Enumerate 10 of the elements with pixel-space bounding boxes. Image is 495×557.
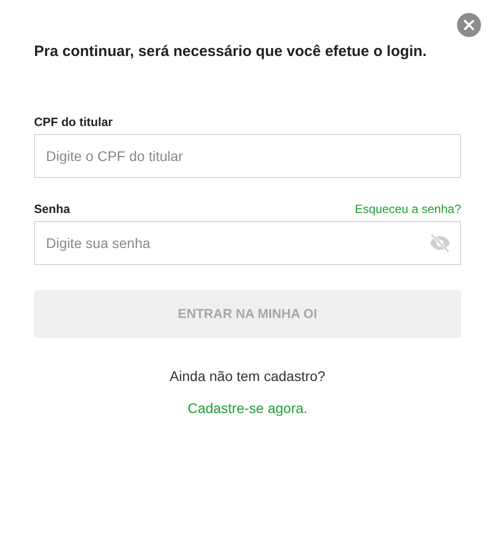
password-field[interactable]: Digite sua senha — [34, 221, 461, 265]
heading: Pra continuar, será necessário que você efetue o login. — [34, 42, 428, 62]
close-button[interactable] — [457, 13, 481, 37]
signup-prompt: Ainda não tem cadastro? — [170, 367, 326, 386]
forgot-password-link[interactable]: Esqueceu a senha? — [354, 200, 461, 218]
cpf-field[interactable]: Digite o CPF do titular — [34, 134, 461, 178]
field-label: Senha — [34, 201, 70, 218]
signup-link[interactable]: Cadastre-se agora. — [188, 398, 308, 418]
field-label: CPF do titular — [34, 114, 113, 131]
close-icon — [464, 20, 474, 30]
